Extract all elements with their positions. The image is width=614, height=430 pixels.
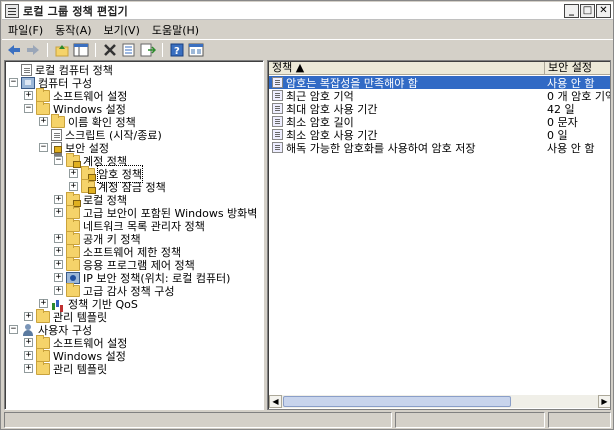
policy-setting-icon (272, 129, 283, 140)
security-setting-value: 사용 안 함 (547, 141, 595, 155)
user-icon (21, 323, 35, 336)
expand-icon[interactable]: + (54, 195, 63, 204)
policy-document-icon (51, 128, 62, 141)
policy-setting-icon (272, 142, 283, 153)
console-icon[interactable] (188, 43, 204, 57)
minimize-button[interactable]: _ (564, 3, 579, 18)
toolbar-separator (95, 43, 96, 57)
collapse-icon[interactable]: − (9, 325, 18, 334)
expand-icon[interactable]: + (54, 247, 63, 256)
status-panel (548, 412, 611, 428)
menu-action[interactable]: 동작(A) (49, 22, 97, 39)
expand-icon[interactable]: + (54, 286, 63, 295)
status-bar (4, 412, 611, 429)
forward-icon[interactable] (25, 43, 41, 57)
expand-icon[interactable]: + (69, 169, 78, 178)
expand-icon[interactable]: + (24, 312, 33, 321)
menu-file[interactable]: 파일(F) (2, 22, 49, 39)
policy-row[interactable]: 해독 가능한 암호화를 사용하여 암호 저장 사용 안 함 (269, 140, 610, 156)
menu-bar: 파일(F) 동작(A) 보기(V) 도움말(H) (2, 21, 613, 40)
tree-item[interactable]: + 관리 템플릿 (24, 360, 108, 376)
expand-icon[interactable]: + (54, 208, 63, 217)
policy-document-icon (21, 63, 32, 76)
expand-icon[interactable]: + (54, 260, 63, 269)
security-settings-icon (51, 141, 62, 154)
back-icon[interactable] (6, 43, 22, 57)
toolbar: ? (2, 41, 613, 59)
policy-setting-icon (272, 116, 283, 127)
policy-setting-icon (272, 90, 283, 101)
folder-icon (66, 256, 80, 271)
policy-cell: 해독 가능한 암호화를 사용하여 암호 저장 (269, 140, 545, 156)
export-list-icon[interactable] (140, 43, 157, 57)
menu-view[interactable]: 보기(V) (98, 22, 146, 39)
expand-icon[interactable]: + (24, 91, 33, 100)
show-hide-tree-icon[interactable] (73, 43, 89, 57)
expand-icon[interactable]: + (24, 351, 33, 360)
scroll-left-button[interactable]: ◀ (269, 395, 282, 408)
expand-icon[interactable]: + (39, 117, 48, 126)
window-title: 로컬 그룹 정책 편집기 (23, 4, 128, 18)
folder-icon (36, 360, 50, 375)
expand-icon[interactable]: + (54, 234, 63, 243)
svg-text:?: ? (174, 46, 180, 57)
delete-icon[interactable] (102, 43, 118, 57)
collapse-icon[interactable]: − (24, 104, 33, 113)
collapse-icon[interactable]: − (54, 156, 63, 165)
list-pane[interactable]: 정책 ▲ 보안 설정 암호는 복잡성을 만족해야 함 사용 안 함 최근 암호 기억… (267, 60, 611, 410)
maximize-button[interactable]: □ (580, 3, 595, 18)
up-folder-icon[interactable] (54, 43, 70, 57)
policy-name: 해독 가능한 암호화를 사용하여 암호 저장 (286, 141, 476, 155)
scroll-thumb[interactable] (283, 396, 511, 407)
scroll-right-button[interactable]: ▶ (598, 395, 610, 408)
column-header-policy[interactable]: 정책 ▲ (269, 62, 545, 75)
menu-help[interactable]: 도움말(H) (146, 22, 205, 39)
horizontal-scrollbar[interactable]: ◀ ▶ (269, 395, 610, 408)
properties-icon[interactable] (121, 43, 137, 57)
expand-icon[interactable]: + (24, 364, 33, 373)
app-window: 로컬 그룹 정책 편집기 _ □ ✕ 파일(F) 동작(A) 보기(V) 도움말… (0, 0, 614, 430)
folder-icon (36, 100, 50, 115)
policy-setting-icon (272, 103, 283, 114)
expand-icon[interactable]: + (69, 182, 78, 191)
app-icon (5, 3, 19, 18)
collapse-icon[interactable]: − (9, 78, 18, 87)
tree-item-label: 관리 템플릿 (53, 362, 108, 376)
toolbar-separator (162, 43, 163, 57)
policy-setting-icon (272, 77, 283, 88)
tree-pane[interactable]: 로컬 컴퓨터 정책 − 컴퓨터 구성 + 소프트웨어 설정 − Windows 설정 + 이름 … (4, 60, 264, 410)
list-header: 정책 ▲ 보안 설정 (269, 62, 610, 75)
status-panel (395, 412, 545, 428)
collapse-icon[interactable]: − (39, 143, 48, 152)
title-bar[interactable]: 로컬 그룹 정책 편집기 _ □ ✕ (2, 2, 613, 20)
column-header-setting[interactable]: 보안 설정 (545, 62, 610, 75)
status-panel (4, 412, 392, 428)
locked-folder-icon (66, 152, 81, 168)
expand-icon[interactable]: + (39, 299, 48, 308)
close-button[interactable]: ✕ (596, 3, 611, 18)
toolbar-separator (47, 43, 48, 57)
folder-icon (51, 113, 65, 128)
expand-icon[interactable]: + (54, 273, 63, 282)
expand-icon[interactable]: + (24, 338, 33, 347)
help-icon[interactable]: ? (169, 43, 185, 57)
computer-icon (21, 76, 35, 89)
